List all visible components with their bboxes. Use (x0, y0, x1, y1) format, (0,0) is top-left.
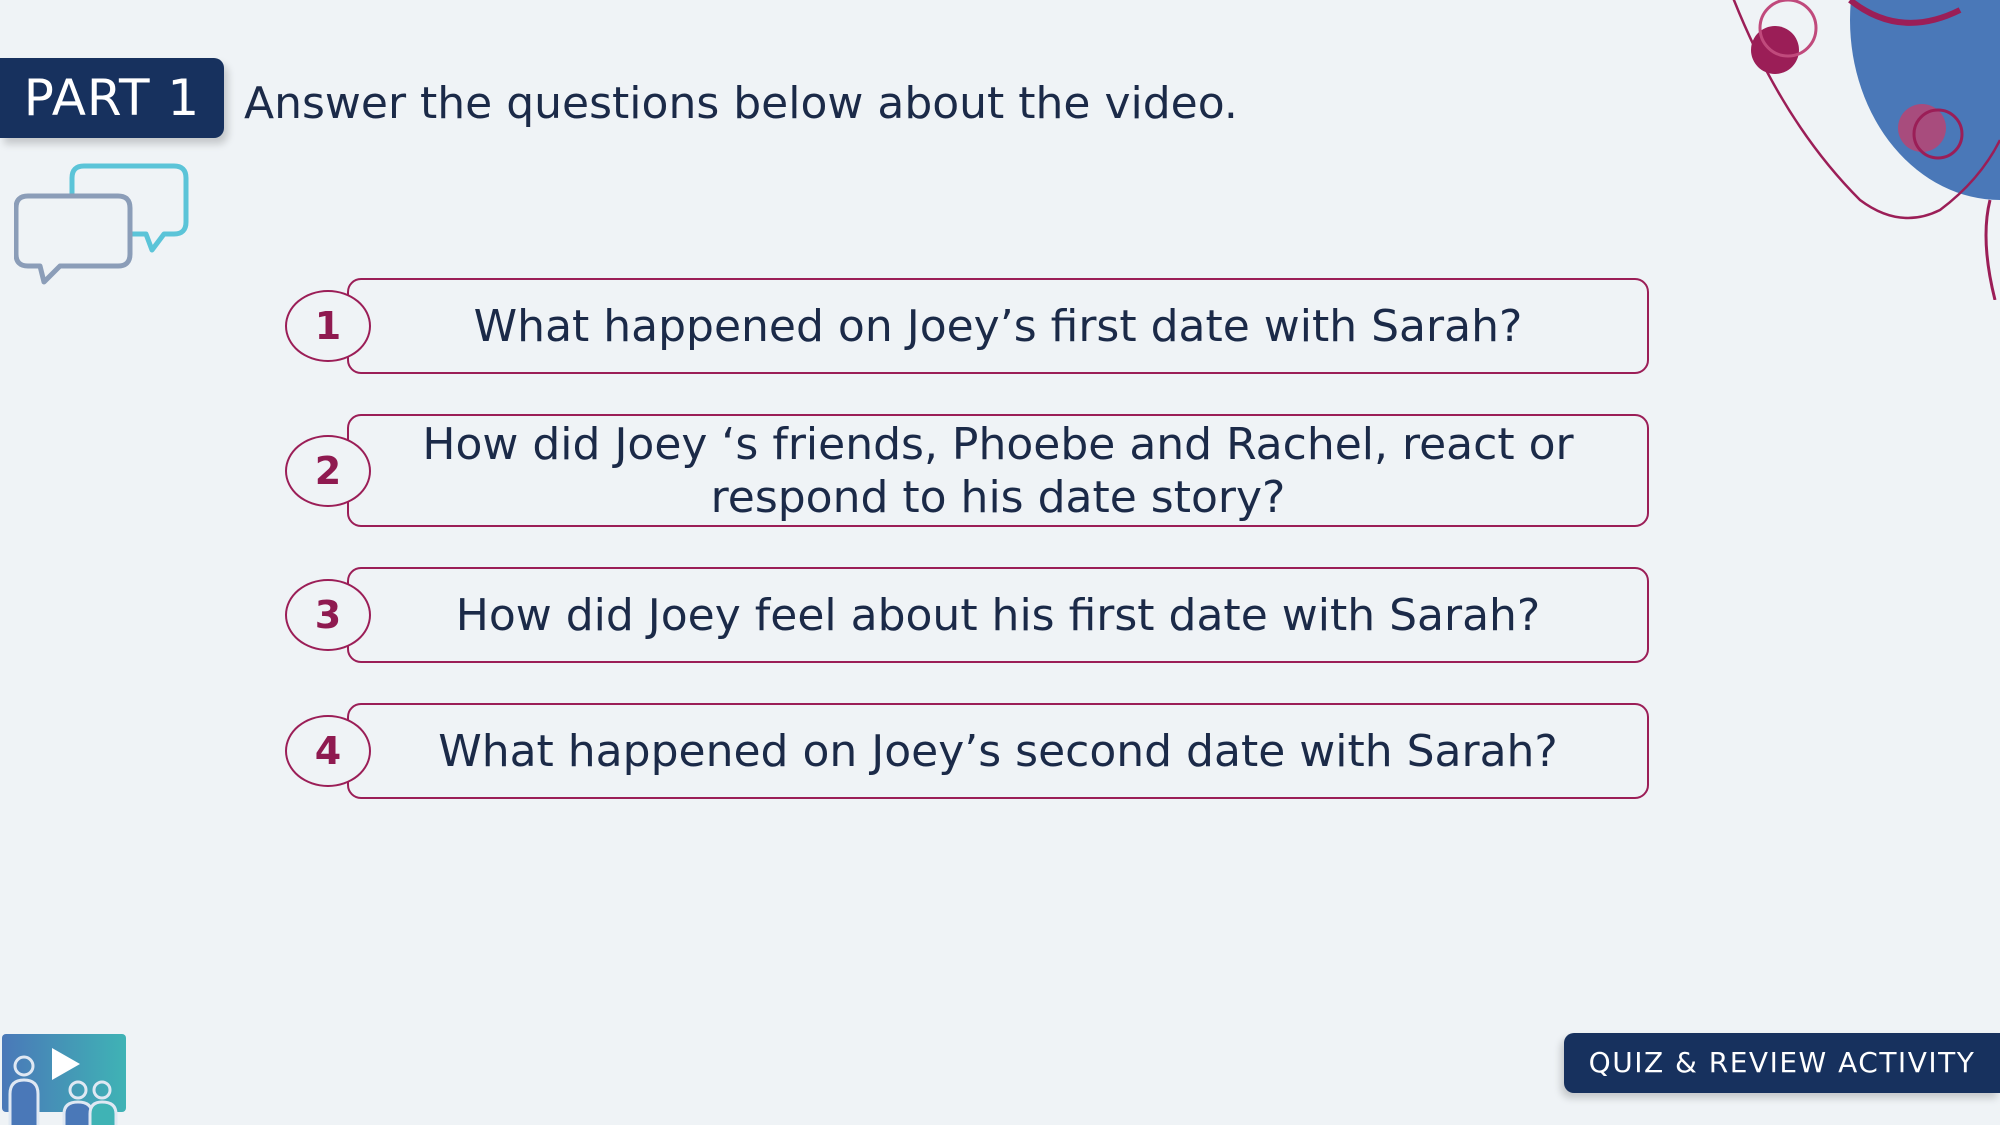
part-label-badge: PART 1 (0, 58, 224, 138)
page-instruction: Answer the questions below about the vid… (244, 78, 1238, 129)
question-number-2: 2 (285, 434, 371, 507)
question-text-4: What happened on Joey’s second date with… (347, 703, 1649, 799)
quiz-review-activity-badge: QUIZ & REVIEW ACTIVITY (1564, 1033, 2000, 1093)
question-number-1: 1 (285, 290, 371, 362)
question-item-2: 2 How did Joey ‘s friends, Phoebe and Ra… (285, 414, 1649, 527)
abstract-circles-decoration (1732, 0, 2000, 300)
question-number-4: 4 (285, 715, 371, 787)
question-number-3: 3 (285, 579, 371, 651)
question-item-1: 1 What happened on Joey’s first date wit… (285, 278, 1649, 374)
question-text-1: What happened on Joey’s first date with … (347, 278, 1649, 374)
question-item-3: 3 How did Joey feel about his first date… (285, 567, 1649, 663)
question-text-2: How did Joey ‘s friends, Phoebe and Rach… (347, 414, 1649, 527)
question-item-4: 4 What happened on Joey’s second date wi… (285, 703, 1649, 799)
chat-bubbles-icon (14, 163, 189, 285)
video-class-logo-icon (2, 1034, 126, 1125)
question-text-3: How did Joey feel about his first date w… (347, 567, 1649, 663)
